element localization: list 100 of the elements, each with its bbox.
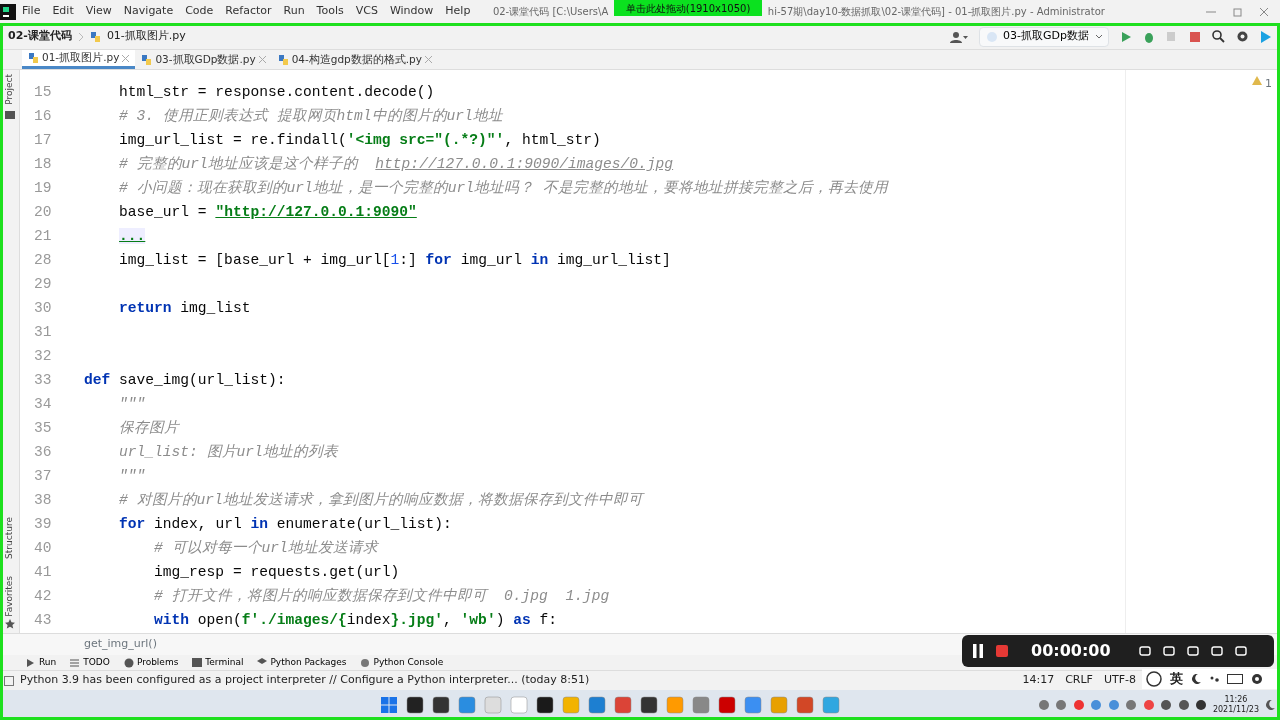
line-number: 41 bbox=[34, 564, 52, 580]
line-number: 39 bbox=[34, 516, 52, 532]
code-line: # 对图片的url地址发送请求，拿到图片的响应数据，将数据保存到文件中即可 bbox=[118, 492, 643, 508]
line-number: 32 bbox=[34, 348, 52, 364]
menu-item[interactable]: File bbox=[16, 3, 47, 20]
ime-mode[interactable]: 英 bbox=[1170, 669, 1183, 689]
menu-item[interactable]: Help bbox=[439, 3, 477, 20]
event-log-icon[interactable] bbox=[4, 675, 14, 686]
code-line: # 打开文件，将图片的响应数据保存到文件中即可 0.jpg 1.jpg bbox=[153, 588, 610, 604]
recorder-drag-handle[interactable]: 单击此处拖动(1910x1050) bbox=[613, 0, 763, 16]
app-icon[interactable] bbox=[432, 696, 450, 714]
moon-icon[interactable] bbox=[1191, 674, 1201, 684]
line-number: 43 bbox=[34, 612, 52, 628]
caret-icon bbox=[1094, 33, 1103, 40]
line-number: 42 bbox=[34, 588, 52, 604]
close-icon[interactable] bbox=[1259, 6, 1269, 17]
python-file-icon bbox=[28, 52, 39, 64]
stop-icon[interactable] bbox=[996, 645, 1008, 657]
line-number: 35 bbox=[34, 420, 52, 436]
line-separator[interactable]: CRLF bbox=[1065, 672, 1093, 689]
menu-item[interactable]: Run bbox=[277, 3, 311, 20]
run-icon[interactable] bbox=[1120, 30, 1132, 43]
run-configuration-dropdown[interactable]: 03-抓取GDp数据 bbox=[979, 26, 1109, 47]
code-line: url_list: 图片url地址的列表 bbox=[118, 444, 338, 460]
line-number: 21 bbox=[34, 228, 52, 244]
folder-icon bbox=[4, 110, 15, 120]
code-line: 保存图片 bbox=[118, 420, 180, 436]
code-breadcrumb[interactable]: get_img_url() bbox=[84, 636, 157, 653]
code-line: # 小问题：现在获取到的url地址，是一个完整的url地址吗？ 不是完整的地址，要将地址拼接完整之后，再去使用 bbox=[118, 180, 888, 196]
user-icon[interactable] bbox=[950, 30, 969, 43]
editor-tab[interactable]: 04-构造gdp数据的格式.py bbox=[271, 50, 438, 69]
close-icon[interactable] bbox=[425, 56, 432, 63]
status-message[interactable]: Python 3.9 has been configured as a project interpreter // Configure a Python interpreter... (today 8:51) bbox=[20, 672, 590, 689]
tool-window-tab[interactable]: Python Console bbox=[360, 655, 444, 670]
clock-date[interactable]: 2021/11/23 bbox=[1212, 705, 1259, 715]
settings-icon[interactable] bbox=[1251, 673, 1263, 685]
line-number: 17 bbox=[34, 132, 52, 148]
menu-item[interactable]: Refactor bbox=[219, 3, 278, 20]
line-number: 15 bbox=[34, 84, 52, 100]
tool-window-tab[interactable]: Run bbox=[26, 655, 57, 670]
code-line: base_url = "http://127.0.0.1:9090" bbox=[118, 204, 417, 220]
punctuation-icon[interactable] bbox=[1209, 674, 1219, 684]
menu-item[interactable]: Code bbox=[179, 3, 220, 20]
breadcrumb-item[interactable]: 02-课堂代码 bbox=[8, 28, 72, 45]
restore-icon[interactable] bbox=[1232, 6, 1243, 17]
search-icon[interactable] bbox=[1212, 30, 1225, 43]
app-icon[interactable] bbox=[640, 696, 658, 714]
line-number: 34 bbox=[34, 396, 52, 412]
menu-item[interactable]: Window bbox=[383, 3, 440, 20]
tool-window-tab[interactable]: Problems bbox=[123, 655, 179, 670]
code-line: html_str = response.content.decode() bbox=[118, 84, 435, 100]
line-number: 40 bbox=[34, 540, 52, 556]
tool-window-tab[interactable]: Terminal bbox=[192, 655, 244, 670]
line-number: 37 bbox=[34, 468, 52, 484]
side-tab[interactable]: Favorites bbox=[2, 575, 17, 617]
keyboard-icon[interactable] bbox=[1227, 674, 1243, 684]
menu-item[interactable]: View bbox=[79, 3, 118, 20]
caret-position[interactable]: 14:17 bbox=[1022, 672, 1055, 689]
run-icon bbox=[26, 657, 36, 668]
star-icon bbox=[4, 619, 15, 629]
python-file-icon bbox=[89, 30, 101, 43]
line-number: 33 bbox=[34, 372, 52, 388]
editor-tab[interactable]: 01-抓取图片.py bbox=[22, 50, 136, 69]
side-tab[interactable]: Project bbox=[2, 74, 17, 105]
line-number: 29 bbox=[34, 276, 52, 292]
editor-tab[interactable]: 03-抓取GDp数据.py bbox=[135, 50, 272, 69]
window-title: hi-57期\day10-数据抓取\02-课堂代码] - 01-抓取图片.py - Administrator bbox=[767, 5, 1105, 19]
close-icon[interactable] bbox=[122, 54, 130, 62]
line-number: 28 bbox=[34, 252, 52, 268]
menu-item[interactable]: Navigate bbox=[117, 3, 180, 20]
side-tab[interactable]: Structure bbox=[2, 517, 17, 560]
menu-item[interactable]: VCS bbox=[349, 3, 384, 20]
file-encoding[interactable]: UTF-8 bbox=[1103, 672, 1136, 689]
app-icon[interactable] bbox=[536, 696, 554, 714]
breadcrumb-item[interactable]: 01-抓取图片.py bbox=[106, 28, 186, 45]
menu-item[interactable]: Tools bbox=[310, 3, 350, 20]
tool-window-tab[interactable]: TODO bbox=[70, 655, 110, 670]
code-line: for index, url in enumerate(url_list): bbox=[118, 516, 452, 532]
app-icon[interactable] bbox=[406, 696, 424, 714]
python-file-icon bbox=[141, 53, 153, 66]
tool-window-tab[interactable]: Python Packages bbox=[257, 655, 347, 670]
chevron-icon bbox=[77, 31, 84, 42]
clock-time[interactable]: 11:26 bbox=[1224, 695, 1248, 705]
window-title: 02-课堂代码 [C:\Users\A bbox=[492, 5, 609, 19]
stop-icon[interactable] bbox=[1189, 30, 1201, 43]
tray-icon[interactable] bbox=[1160, 699, 1173, 711]
tray-icon[interactable] bbox=[1177, 699, 1190, 711]
moon-icon[interactable] bbox=[1264, 700, 1275, 710]
start-icon[interactable] bbox=[380, 696, 398, 714]
menu-item[interactable]: Edit bbox=[46, 3, 80, 20]
code-line: """ bbox=[118, 468, 146, 484]
code-line: img_url_list = re.findall('<img src="(.*?)"', html_str) bbox=[118, 132, 601, 148]
tray-icon[interactable] bbox=[1195, 699, 1208, 711]
code-line: # 可以对每一个url地址发送请求 bbox=[153, 540, 378, 556]
line-number: 19 bbox=[34, 180, 52, 196]
line-number: 16 bbox=[34, 108, 52, 124]
close-icon[interactable] bbox=[258, 56, 266, 63]
settings-icon[interactable] bbox=[1236, 30, 1249, 43]
pause-icon[interactable] bbox=[972, 644, 984, 658]
line-number: 30 bbox=[34, 300, 52, 316]
